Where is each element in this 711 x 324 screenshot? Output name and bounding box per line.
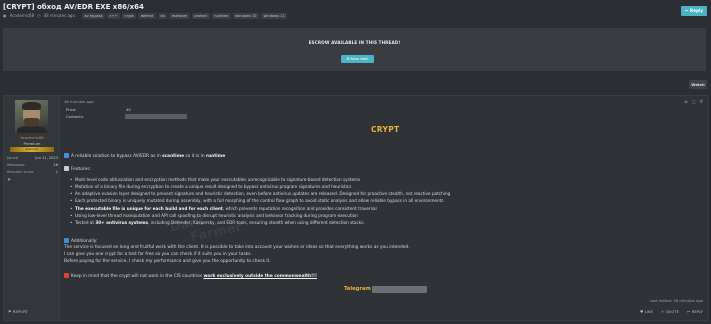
thumbs-up-icon: ♥	[639, 309, 644, 314]
permalink-icon[interactable]: #	[700, 99, 703, 104]
thread-title: [CRYPT] обход AV/EDR EXE x86/x64	[3, 3, 144, 11]
list-item: Each protected binary is uniquely mutate…	[70, 198, 450, 205]
post-time[interactable]: 48 minutes ago	[64, 99, 94, 104]
thread-meta: ● Academic88 ◷ 48 minutes ago av bypass …	[3, 13, 288, 19]
telegram-send-icon[interactable]: ➤	[7, 177, 11, 184]
stat-row: Reaction score 1	[7, 170, 58, 175]
report-label: REPORT	[12, 309, 28, 314]
additionally-label: Additionally:	[71, 239, 98, 244]
feature-list: Multi-level code obfuscation and encrypt…	[70, 177, 450, 227]
tag[interactable]: protect	[191, 13, 210, 19]
stat-label: Joined	[7, 156, 19, 160]
tag[interactable]: runtime	[211, 13, 231, 19]
list-item: Tested at 30+ antivirus systems, includi…	[70, 220, 450, 227]
tag[interactable]: crypt	[122, 13, 137, 19]
intro-bold-2: runtime	[205, 154, 226, 159]
price-row: Price: 40	[66, 107, 131, 112]
tag[interactable]: av bypass	[81, 13, 105, 19]
list-item: An adaptive evasion layer designed to pr…	[70, 191, 450, 198]
flag-icon: ⚑	[8, 309, 12, 314]
post-heading: CRYPT	[371, 125, 400, 134]
warning-icon	[64, 273, 69, 278]
escrow-panel: ESCROW AVAILABLE IN THIS THREAD! ⊞ New d…	[3, 28, 706, 71]
checkmark-icon	[64, 238, 69, 243]
gear-icon	[64, 166, 69, 171]
reply-button[interactable]: ↩ Reply	[681, 6, 707, 16]
reply-icon: ↩	[687, 309, 691, 314]
tag[interactable]: malware	[169, 13, 190, 19]
list-item: Mutation of a binary file during encrypt…	[70, 184, 450, 191]
tag[interactable]: defend	[138, 13, 156, 19]
cis-notice: Keep in mind that the crypt will not wor…	[64, 273, 317, 280]
post-tools: ⇄ □ #	[685, 99, 704, 104]
post: Academic88 Premium premium Joined Jun 11…	[3, 95, 708, 321]
thread-author[interactable]: Academic88	[10, 13, 35, 18]
cis-link[interactable]: work exclusively outside the commonwealt…	[203, 274, 317, 279]
intro-bold-1: scantime	[162, 154, 185, 159]
price-value: 40	[126, 107, 131, 112]
additional-line: Before paying for the service, I check m…	[64, 259, 271, 264]
like-button[interactable]: ♥ LIKE	[640, 309, 653, 314]
stat-value: 1	[55, 170, 58, 175]
bookmark-icon[interactable]: □	[692, 99, 696, 104]
post-content: 48 minutes ago ⇄ □ # Price: 40 Contacts:…	[8, 96, 707, 320]
new-deal-label: New deal	[350, 56, 369, 62]
additional-line: I can give you one crypt for a test for …	[64, 252, 252, 257]
username[interactable]: Academic88	[4, 135, 60, 140]
telegram-redacted	[372, 286, 427, 293]
list-item: Using low-level thread manipulation and …	[70, 213, 450, 220]
stat-label: Messages	[7, 163, 25, 168]
list-item: The executable file is unique for each b…	[70, 206, 450, 213]
intro-text: A reliable solution to bypass AV/EDR as …	[71, 154, 163, 159]
reply-button-label: Reply	[689, 8, 704, 14]
user-rank: Premium	[23, 141, 41, 146]
stat-label: Reaction score	[7, 170, 34, 175]
escrow-notice: ESCROW AVAILABLE IN THIS THREAD!	[308, 40, 401, 45]
price-label: Price:	[66, 107, 77, 112]
list-item: Multi-level code obfuscation and encrypt…	[70, 177, 450, 184]
avatar[interactable]	[15, 100, 48, 133]
contacts-label: Contacts:	[66, 114, 85, 119]
shield-icon	[64, 153, 69, 158]
new-deal-button[interactable]: ⊞ New deal	[341, 55, 374, 63]
reply-post-button[interactable]: ↩ REPLY	[687, 309, 703, 314]
clock-icon: ◷	[37, 13, 41, 19]
tag[interactable]: c++	[107, 13, 120, 19]
plus-icon: ⊞	[346, 56, 350, 62]
additional-line: The service is focused on long and fruit…	[64, 245, 410, 250]
tag[interactable]: windows 10	[232, 13, 259, 19]
thread-time[interactable]: 48 minutes ago	[44, 13, 75, 18]
user-panel: Academic88 Premium premium Joined Jun 11…	[4, 96, 60, 320]
quote-button[interactable]: + QUOTE	[661, 309, 679, 314]
stat-value: Jun 11, 2023	[35, 156, 58, 160]
intro-text-2: so it is in	[184, 154, 206, 159]
share-icon[interactable]: ⇄	[685, 99, 688, 104]
tag[interactable]: windows 11	[260, 13, 288, 19]
premium-badge: premium	[10, 147, 54, 152]
reply-icon: ↩	[684, 8, 689, 14]
telegram-label: Telegram	[344, 286, 371, 292]
cis-text: Keep in mind that the crypt will not wor…	[71, 274, 204, 279]
watch-button[interactable]: Watch	[689, 80, 707, 89]
last-edited: Last edited: 48 minutes ago	[649, 298, 703, 303]
stat-row: Joined Jun 11, 2023	[7, 156, 58, 161]
user-icon: ●	[3, 13, 7, 19]
features-heading: Features:	[64, 166, 91, 173]
intro-line: A reliable solution to bypass AV/EDR as …	[64, 153, 225, 160]
stat-value: 26	[53, 163, 58, 168]
report-button[interactable]: ⚑ REPORT	[8, 309, 28, 314]
tag[interactable]: dx	[157, 13, 168, 19]
tag-list: av bypass c++ crypt defend dx malware pr…	[81, 13, 288, 19]
contacts-row: Contacts:	[66, 114, 84, 119]
contacts-redacted	[125, 114, 187, 119]
features-label: Features:	[71, 167, 91, 172]
stat-row: Messages 26	[7, 163, 58, 168]
quote-icon: +	[660, 309, 665, 314]
post-actions: ♥ LIKE + QUOTE ↩ REPLY	[640, 309, 703, 314]
user-stats: Joined Jun 11, 2023 Messages 26 Reaction…	[7, 156, 58, 177]
additionally-heading: Additionally:	[64, 238, 97, 245]
